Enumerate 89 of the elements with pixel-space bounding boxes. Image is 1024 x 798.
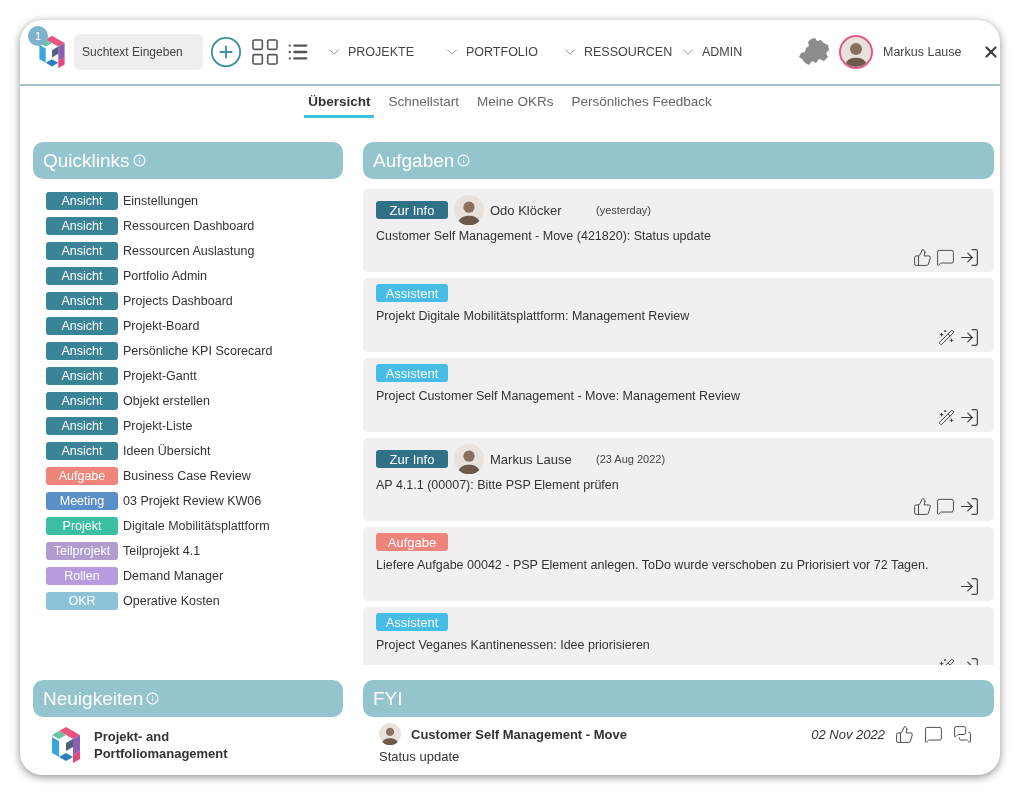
add-button[interactable] xyxy=(209,35,243,69)
category-tag: OKR xyxy=(46,591,118,610)
user-name[interactable]: Markus Lause xyxy=(883,45,962,59)
avatar-icon xyxy=(454,444,484,474)
task-tag: Assistent xyxy=(376,364,448,382)
menu-item[interactable]: PORTFOLIO xyxy=(443,43,561,61)
timestamp: (yesterday) xyxy=(596,204,652,216)
like-button[interactable] xyxy=(913,247,932,267)
fyi-date: 02 Nov 2022 xyxy=(811,726,885,742)
category-tag: Ansicht xyxy=(46,241,118,260)
timestamp: (23 Aug 2022) xyxy=(596,453,666,465)
quicklink[interactable]: Demand Manager xyxy=(123,568,224,583)
category-tag: Ansicht xyxy=(46,366,118,385)
comment-button[interactable] xyxy=(936,496,955,516)
quicklink[interactable]: Portfolio Admin xyxy=(123,268,208,283)
messages-button[interactable] xyxy=(953,724,972,744)
avatar-icon xyxy=(454,195,484,225)
quicklink[interactable]: Objekt erstellen xyxy=(123,393,210,408)
task-tag: Assistent xyxy=(376,613,448,631)
category-tag: Ansicht xyxy=(46,441,118,460)
quicklink[interactable]: Einstellungen xyxy=(123,193,199,208)
news-title[interactable]: Projekt- and Portfoliomanagement xyxy=(94,728,234,762)
grid-view-button[interactable] xyxy=(249,36,281,68)
menu-item[interactable]: PROJEKTE xyxy=(325,43,443,61)
task-card[interactable]: Aufgabe Liefere Aufgabe 00042 - PSP Element anlegen. ToDo wurde verschoben zu Priorisiert vor 72 Tagen. xyxy=(363,527,994,601)
quicklink[interactable]: Teilprojekt 4.1 xyxy=(123,543,201,558)
task-text: Project Customer Self Management - Move: Management Review xyxy=(376,389,742,403)
quicklink[interactable]: Projekt-Gantt xyxy=(123,368,197,383)
task-text: Projekt Digitale Mobilitätsplattform: Management Review xyxy=(376,309,691,323)
section-title: Quicklinks xyxy=(43,149,130,172)
task-card[interactable]: Assistent Project Customer Self Management - Move: Management Review xyxy=(363,358,994,432)
quicklink[interactable]: Ressourcen Dashboard xyxy=(123,218,255,233)
author-name: Markus Lause xyxy=(490,451,573,467)
quicklink[interactable]: Projekt-Board xyxy=(123,318,200,333)
section-title: Neuigkeiten xyxy=(43,687,144,710)
category-tag: Ansicht xyxy=(46,391,118,410)
avatar-icon xyxy=(379,723,401,745)
task-tag: Aufgabe xyxy=(376,533,448,551)
task-tag: Zur Info xyxy=(376,201,448,219)
quicklink[interactable]: Operative Kosten xyxy=(123,593,220,608)
task-text: Liefere Aufgabe 00042 - PSP Element anlegen. ToDo wurde verschoben zu Priorisiert vor 72 Tagen. xyxy=(376,558,930,572)
menu-item[interactable]: RESSOURCEN xyxy=(561,43,679,61)
category-tag: Rollen xyxy=(46,566,118,585)
task-text: Project Veganes Kantinenessen: Idee priorisieren xyxy=(376,638,651,652)
task-tag: Zur Info xyxy=(376,450,448,468)
comment-button[interactable] xyxy=(924,724,943,744)
tab[interactable]: Persönliches Feedback xyxy=(567,94,716,118)
quicklink[interactable]: Ideen Übersicht xyxy=(123,443,211,458)
search-field[interactable]: Suchtext Eingeben xyxy=(74,34,203,70)
task-card[interactable]: Zur Info Odo Klöcker (yesterday) Customer Self Management - Move (421820): Status update xyxy=(363,189,994,272)
category-tag: Ansicht xyxy=(46,341,118,360)
tab[interactable]: Schnellstart xyxy=(384,94,463,118)
task-tag: Assistent xyxy=(376,284,448,302)
author-name: Odo Klöcker xyxy=(490,202,563,218)
fyi-title[interactable]: Customer Self Management - Move xyxy=(411,726,627,742)
quicklink[interactable]: 03 Projekt Review KW06 xyxy=(123,493,262,508)
category-tag: Aufgabe xyxy=(46,466,118,485)
like-button[interactable] xyxy=(895,724,914,744)
tab[interactable]: Meine OKRs xyxy=(473,94,558,118)
notification-badge: 1 xyxy=(28,26,48,46)
avatar-icon[interactable] xyxy=(839,35,873,69)
category-tag: Meeting xyxy=(46,491,118,510)
quicklink[interactable]: Digitale Mobilitätsplattform xyxy=(123,518,270,533)
quicklink[interactable]: Persönliche KPI Scorecard xyxy=(123,343,273,358)
section-title: FYI xyxy=(373,687,403,710)
task-card[interactable]: Zur Info Markus Lause (23 Aug 2022) AP 4.1.1 (00007): Bitte PSP Element prüfen xyxy=(363,438,994,521)
category-tag: Ansicht xyxy=(46,266,118,285)
section-title: Aufgaben xyxy=(373,149,455,172)
task-text: Customer Self Management - Move (421820): Status update xyxy=(376,229,712,243)
tab[interactable]: Übersicht xyxy=(304,94,375,118)
category-tag: Ansicht xyxy=(46,416,118,435)
category-tag: Ansicht xyxy=(46,291,118,310)
task-text: AP 4.1.1 (00007): Bitte PSP Element prüfen xyxy=(376,478,620,492)
quicklink[interactable]: Ressourcen Auslastung xyxy=(123,243,255,258)
category-tag: Projekt xyxy=(46,516,118,535)
comment-button[interactable] xyxy=(936,247,955,267)
quicklink[interactable]: Business Case Review xyxy=(123,468,251,483)
task-card[interactable]: Assistent Project Veganes Kantinenessen: Idee priorisieren xyxy=(363,607,994,665)
menu-item[interactable]: ADMIN xyxy=(679,43,797,61)
quicklink[interactable]: Projects Dashboard xyxy=(123,293,233,308)
like-button[interactable] xyxy=(913,496,932,516)
quicklink[interactable]: Projekt-Liste xyxy=(123,418,193,433)
category-tag: Ansicht xyxy=(46,191,118,210)
category-tag: Ansicht xyxy=(46,216,118,235)
category-tag: Teilprojekt xyxy=(46,541,118,560)
fyi-text: Status update xyxy=(378,749,461,764)
category-tag: Ansicht xyxy=(46,316,118,335)
map-icon xyxy=(797,37,831,67)
task-card[interactable]: Assistent Projekt Digitale Mobilitätsplattform: Management Review xyxy=(363,278,994,352)
